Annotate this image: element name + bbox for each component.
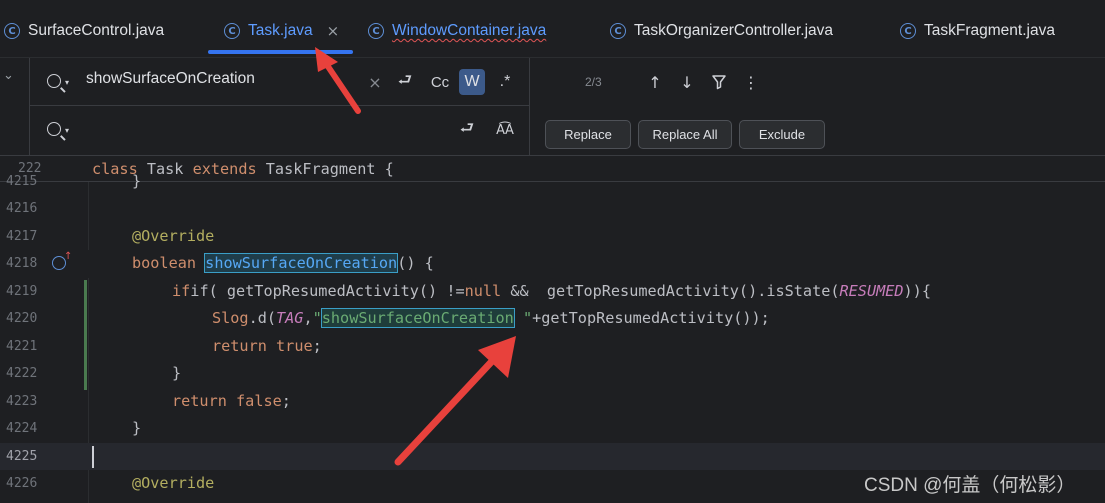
tab-label: TaskOrganizerController.java: [634, 22, 834, 39]
find-fields: ▾ showSurfaceOnCreation × ⮐ Cc W .* ▾ ⮐ …: [30, 58, 530, 156]
find-row: ▾ showSurfaceOnCreation × ⮐ Cc W .*: [30, 58, 530, 106]
java-class-icon: C: [368, 23, 384, 39]
find-replace-panel: ⌄ ▾ showSurfaceOnCreation × ⮐ Cc W .* ▾ …: [0, 58, 1105, 156]
java-class-icon: C: [4, 23, 20, 39]
up-arrow-gutter-icon: ↑: [64, 251, 73, 262]
toggle-replace[interactable]: ⌄: [0, 58, 30, 156]
search-match-highlight: showSurfaceOnCreation: [204, 253, 399, 273]
tab-taskfragment[interactable]: C TaskFragment.java: [900, 18, 1055, 44]
text-caret: [92, 445, 94, 468]
exclude-button[interactable]: Exclude: [739, 120, 825, 149]
search-history-icon[interactable]: ▾: [47, 74, 69, 88]
active-tab-indicator: [208, 50, 353, 54]
replace-history-icon[interactable]: ▾: [47, 122, 69, 136]
replace-row: ▾ ⮐ A͡A: [30, 106, 530, 156]
code-line-4223: 4223 return false;: [6, 391, 291, 410]
previous-occurrence-icon[interactable]: ↑: [645, 71, 665, 93]
filter-icon[interactable]: [709, 71, 729, 93]
match-case-button[interactable]: Cc: [427, 70, 453, 94]
new-line-icon[interactable]: ⮐: [456, 118, 478, 142]
tab-surfacecontrol[interactable]: C SurfaceControl.java: [4, 18, 164, 44]
whole-words-button[interactable]: W: [459, 69, 485, 95]
match-count: 2/3: [585, 75, 602, 89]
code-line-4225-current: 4225: [0, 442, 1105, 470]
java-class-icon: C: [610, 23, 626, 39]
replace-button[interactable]: Replace: [545, 120, 631, 149]
search-match-highlight: showSurfaceOnCreation: [320, 308, 515, 328]
code-line-4217: 4217 @Override: [6, 226, 215, 245]
code-line-4216: 4216: [6, 201, 38, 216]
code-line-4220: 4220 Slog.d(TAG,"showSurfaceOnCreation "…: [6, 308, 770, 328]
code-editor[interactable]: 4215 } 4216 4217 @Override 4218 ↑ boolea…: [0, 172, 1105, 503]
clear-search-icon[interactable]: ×: [367, 72, 383, 92]
tab-windowcontainer[interactable]: C WindowContainer.java: [368, 18, 546, 44]
java-class-icon: C: [224, 23, 240, 39]
code-line-4222: 4222 }: [6, 364, 182, 382]
editor-tab-bar: C SurfaceControl.java C Task.java × C Wi…: [0, 0, 1105, 58]
preserve-case-button[interactable]: A͡A: [492, 118, 518, 142]
code-line-4215: 4215 }: [6, 172, 142, 190]
tab-label: TaskFragment.java: [924, 22, 1055, 39]
close-tab-icon[interactable]: ×: [327, 22, 340, 40]
code-line-4219: 4219 ifif( getTopResumedActivity() !=nul…: [6, 281, 931, 300]
chevron-down-icon[interactable]: ⌄: [3, 68, 14, 83]
tab-label: WindowContainer.java: [392, 22, 547, 39]
tab-label: SurfaceControl.java: [28, 22, 165, 39]
find-actions: 2/3 ↑ ↓ ⋮ Replace Replace All Exclude: [531, 58, 1105, 156]
more-options-icon[interactable]: ⋮: [741, 71, 761, 93]
replace-all-button[interactable]: Replace All: [638, 120, 732, 149]
search-input[interactable]: showSurfaceOnCreation: [86, 70, 255, 88]
next-occurrence-icon[interactable]: ↓: [677, 71, 697, 93]
code-line-4221: 4221 return true;: [6, 336, 322, 355]
tab-task[interactable]: C Task.java ×: [224, 18, 339, 44]
java-class-icon: C: [900, 23, 916, 39]
code-line-4224: 4224 }: [6, 419, 142, 437]
tab-taskorganizercontroller[interactable]: C TaskOrganizerController.java: [610, 18, 833, 44]
code-line-4218: 4218 ↑ boolean showSurfaceOnCreation() {: [0, 250, 1105, 278]
new-line-icon[interactable]: ⮐: [394, 70, 416, 94]
watermark: CSDN @何盖（何松影）: [864, 475, 1076, 496]
tab-label: Task.java: [248, 22, 313, 39]
regex-button[interactable]: .*: [493, 70, 517, 94]
